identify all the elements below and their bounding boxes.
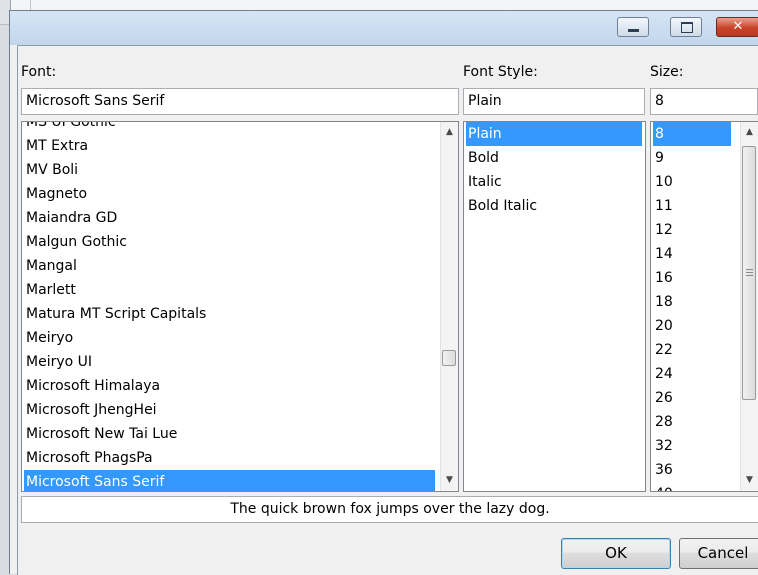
list-item[interactable]: Matura MT Script Capitals — [24, 302, 435, 326]
list-item[interactable]: Microsoft PhagsPa — [24, 446, 435, 470]
maximize-button[interactable] — [670, 17, 702, 37]
ok-button[interactable]: OK — [561, 538, 671, 569]
size-input[interactable]: 8 — [650, 88, 758, 115]
font-dialog: ✕ Font: Font Style: Size: Microsoft Sans… — [9, 10, 758, 575]
list-item[interactable]: 11 — [653, 194, 731, 218]
scroll-down-arrow-icon[interactable]: ▼ — [741, 472, 758, 489]
list-item[interactable]: Marlett — [24, 278, 435, 302]
list-item[interactable]: 26 — [653, 386, 731, 410]
list-item[interactable]: Bold — [466, 146, 642, 170]
font-list-scrollbar[interactable]: ▲ ▼ — [440, 122, 458, 491]
list-item[interactable]: 10 — [653, 170, 731, 194]
scroll-grip-icon — [746, 272, 753, 273]
maximize-icon — [681, 22, 693, 33]
list-item[interactable]: 16 — [653, 266, 731, 290]
minimize-icon — [628, 29, 639, 32]
size-list[interactable]: 403632282624222018161412111098 ▲ ▼ — [650, 121, 758, 492]
dialog-client-area: Font: Font Style: Size: Microsoft Sans S… — [17, 45, 758, 575]
scroll-up-arrow-icon[interactable]: ▲ — [441, 124, 458, 141]
list-item[interactable]: 28 — [653, 410, 731, 434]
list-item[interactable]: Microsoft Sans Serif — [24, 470, 435, 491]
list-item[interactable]: 32 — [653, 434, 731, 458]
list-item[interactable]: 36 — [653, 458, 731, 482]
list-item[interactable]: 12 — [653, 218, 731, 242]
list-item[interactable]: Malgun Gothic — [24, 230, 435, 254]
list-item[interactable]: 22 — [653, 338, 731, 362]
title-bar: ✕ — [10, 11, 758, 45]
list-item[interactable]: Microsoft New Tai Lue — [24, 422, 435, 446]
minimize-button[interactable] — [617, 17, 649, 37]
size-label: Size: — [650, 64, 684, 80]
list-item[interactable]: Italic — [466, 170, 642, 194]
scroll-thumb[interactable] — [742, 146, 756, 400]
font-style-label: Font Style: — [463, 64, 538, 80]
scroll-grip-icon — [746, 269, 753, 270]
list-item[interactable]: Meiryo UI — [24, 350, 435, 374]
list-item[interactable]: Plain — [466, 122, 642, 146]
list-item[interactable]: 14 — [653, 242, 731, 266]
list-item[interactable]: 24 — [653, 362, 731, 386]
list-item[interactable]: 8 — [653, 122, 731, 146]
list-item[interactable]: 20 — [653, 314, 731, 338]
list-item[interactable]: Microsoft JhengHei — [24, 398, 435, 422]
list-item[interactable]: 18 — [653, 290, 731, 314]
scroll-down-arrow-icon[interactable]: ▼ — [441, 472, 458, 489]
size-list-scrollbar[interactable]: ▲ ▼ — [740, 122, 758, 491]
list-item[interactable]: Mangal — [24, 254, 435, 278]
font-style-input[interactable]: Plain — [463, 88, 645, 115]
list-item[interactable]: MT Extra — [24, 134, 435, 158]
list-item[interactable]: Meiryo — [24, 326, 435, 350]
list-item[interactable]: 9 — [653, 146, 731, 170]
scroll-thumb[interactable] — [442, 350, 456, 366]
list-item[interactable]: Maiandra GD — [24, 206, 435, 230]
preview-sample: The quick brown fox jumps over the lazy … — [21, 496, 758, 523]
list-item[interactable]: MV Boli — [24, 158, 435, 182]
font-label: Font: — [21, 64, 57, 80]
close-icon: ✕ — [732, 19, 744, 34]
list-item[interactable]: Magneto — [24, 182, 435, 206]
cancel-button[interactable]: Cancel — [679, 538, 758, 569]
list-item[interactable]: MS UI Gothic — [24, 122, 435, 134]
list-item[interactable]: Microsoft Himalaya — [24, 374, 435, 398]
font-style-list[interactable]: Bold Italic Italic Bold Plain — [463, 121, 646, 492]
list-item[interactable]: 40 — [653, 482, 731, 491]
scroll-up-arrow-icon[interactable]: ▲ — [741, 124, 758, 141]
font-list[interactable]: Microsoft Tai LeMicrosoft Sans SerifMicr… — [21, 121, 459, 492]
scroll-grip-icon — [746, 275, 753, 276]
font-input[interactable]: Microsoft Sans Serif — [21, 88, 459, 115]
list-item[interactable]: Bold Italic — [466, 194, 642, 218]
close-button[interactable]: ✕ — [716, 17, 758, 37]
